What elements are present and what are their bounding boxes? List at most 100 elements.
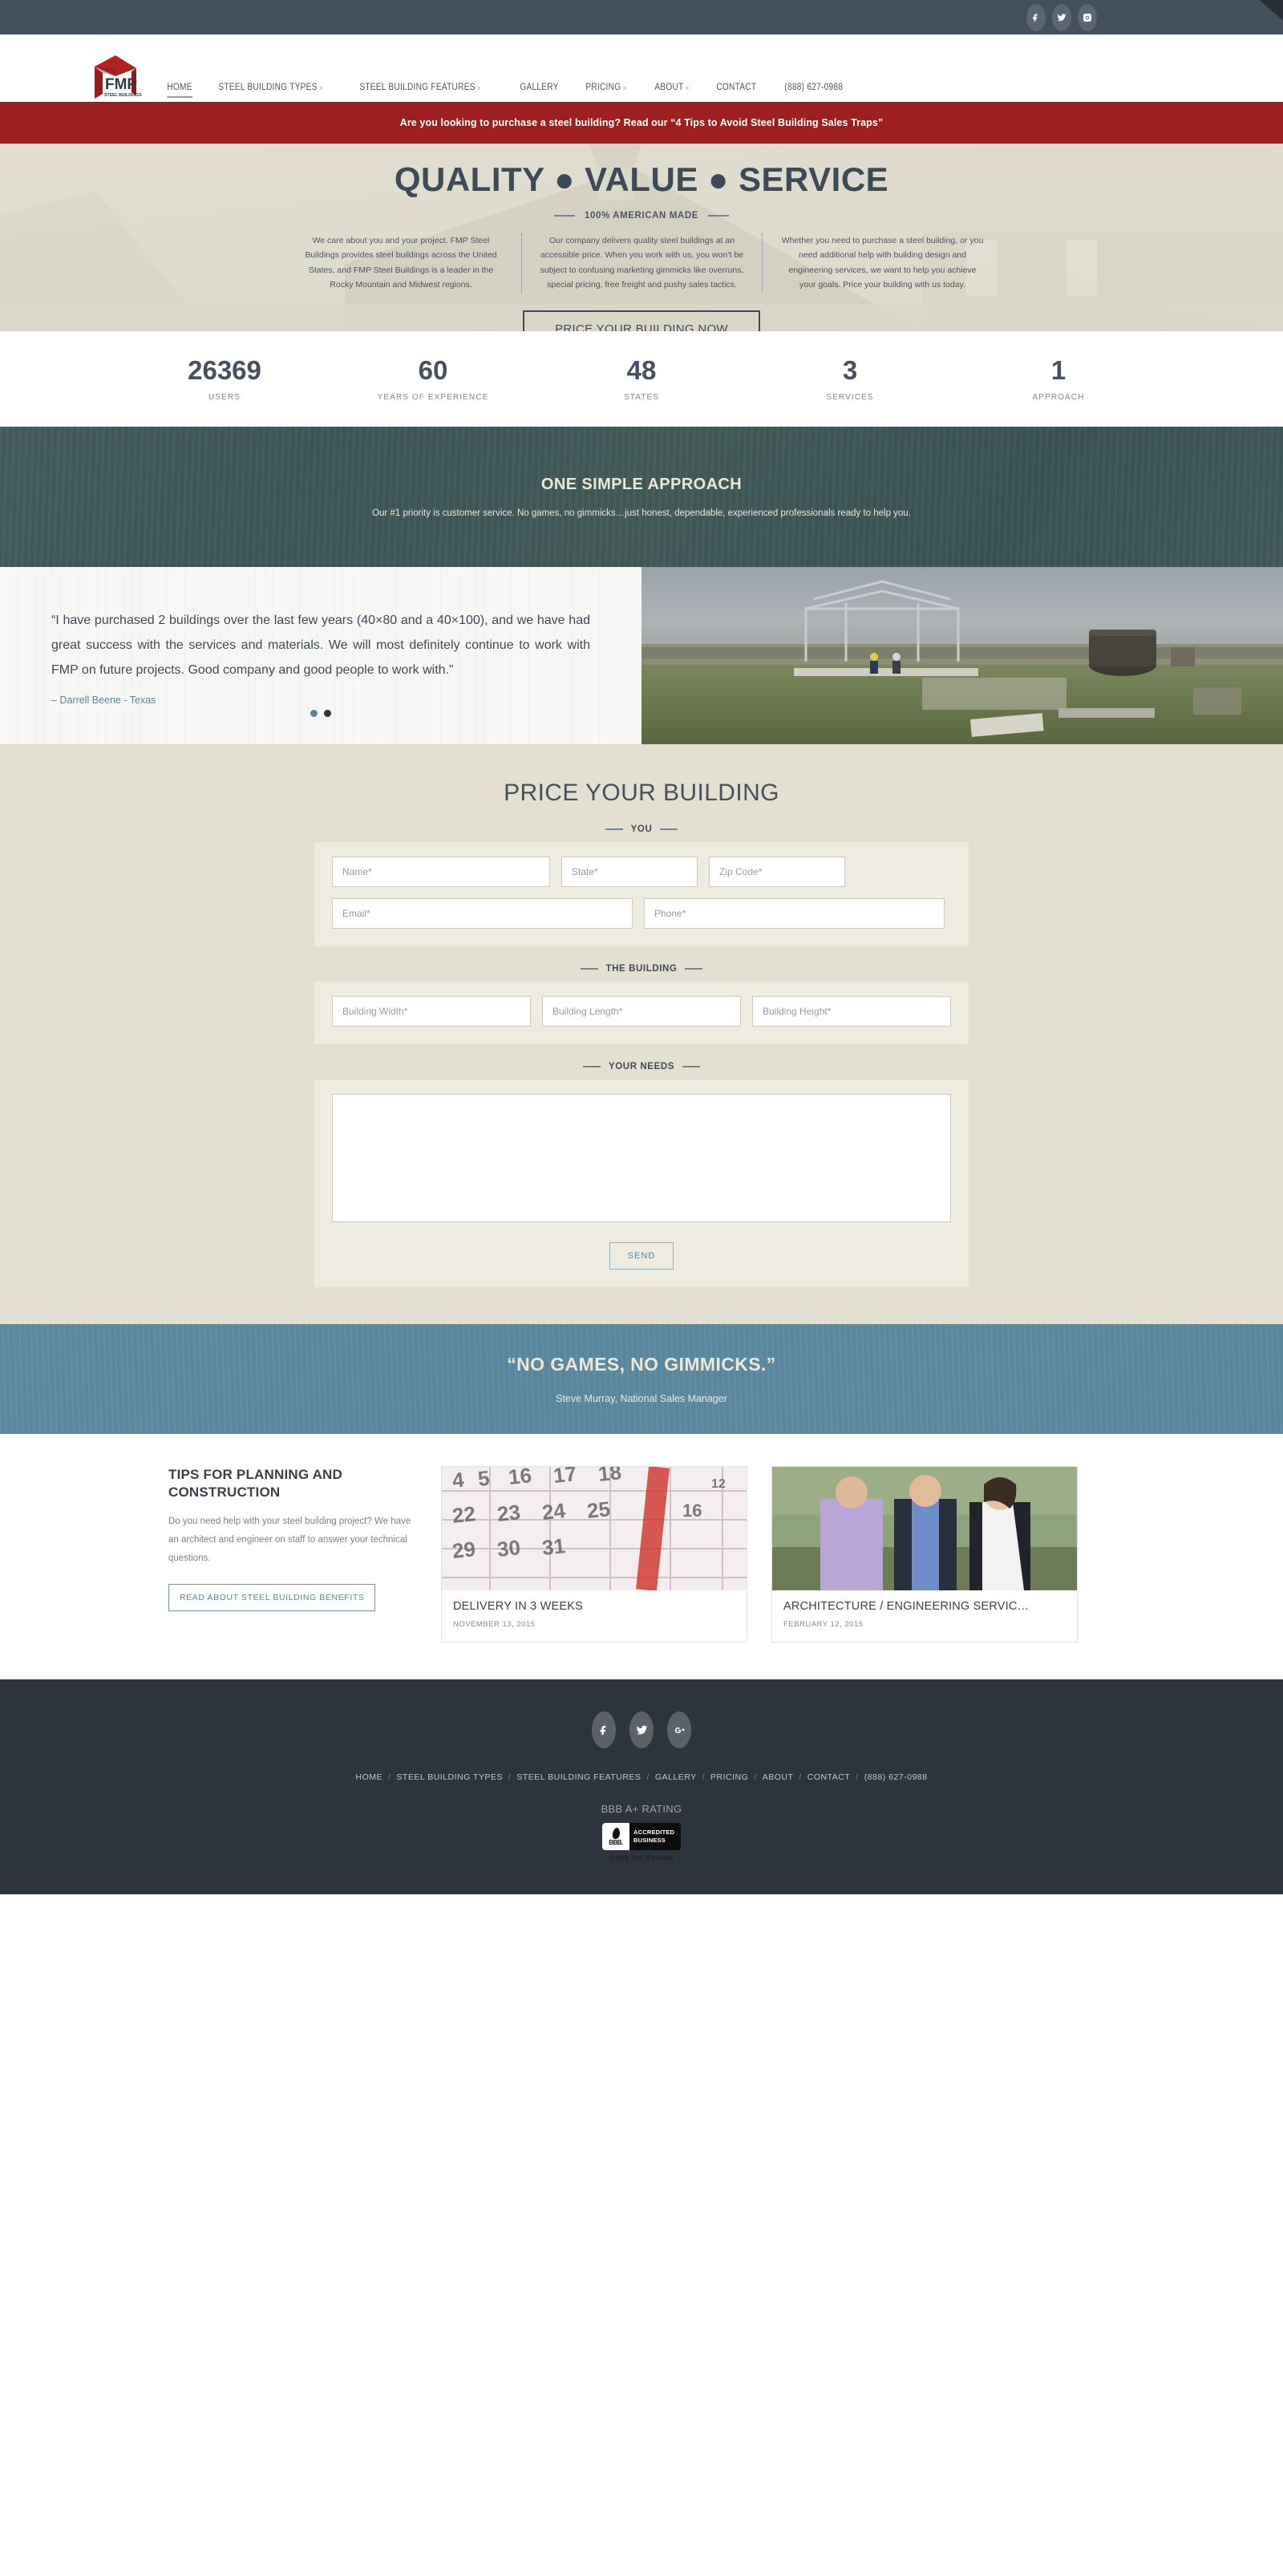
nav-item-gallery[interactable]: GALLERY xyxy=(510,83,569,92)
divider-line-left xyxy=(582,1066,601,1067)
footer-link-pricing[interactable]: PRICING xyxy=(710,1772,748,1782)
divider-line-right xyxy=(685,968,703,970)
read-about-steel-building-benefits-button[interactable]: READ ABOUT STEEL BUILDING BENEFITS xyxy=(168,1583,376,1611)
top-bar xyxy=(0,0,1283,36)
construction-site-photo xyxy=(642,567,1283,744)
divider-line-right xyxy=(708,215,729,217)
footer-link-gallery[interactable]: GALLERY xyxy=(655,1772,697,1782)
nav-label: CONTACT xyxy=(716,83,757,92)
stat-label: YEARS OF EXPERIENCE xyxy=(377,392,489,402)
nav-item-steel-building-features[interactable]: STEEL BUILDING FEATURES» xyxy=(350,83,491,92)
svg-text:17: 17 xyxy=(552,1467,577,1488)
phone-input[interactable] xyxy=(644,898,945,929)
announcement-banner[interactable]: Are you looking to purchase a steel buil… xyxy=(0,102,1283,144)
blog-card-list: 4 5 16 17 18 22 23 24 25 29 30 31 16 12 … xyxy=(441,1466,1078,1642)
state-input[interactable] xyxy=(561,857,698,887)
svg-text:22: 22 xyxy=(451,1501,476,1528)
stat-label: APPROACH xyxy=(1032,392,1085,402)
nav-item-home[interactable]: HOME xyxy=(157,83,202,98)
chevron-down-icon: » xyxy=(477,84,481,91)
stat-label: STATES xyxy=(623,392,659,402)
footer-link-about[interactable]: ABOUT xyxy=(763,1772,794,1782)
nav-label: PRICING xyxy=(585,83,621,92)
slider-dot-2[interactable] xyxy=(324,710,331,717)
twitter-icon[interactable] xyxy=(1052,3,1071,31)
fieldset-label-text: THE BUILDING xyxy=(605,964,678,974)
site-logo[interactable]: FMP STEEL BUILDINGS xyxy=(83,54,151,102)
google-plus-icon[interactable] xyxy=(667,1711,691,1748)
nav-label: (888) 627-0988 xyxy=(784,83,844,92)
slider-dot-1[interactable] xyxy=(310,710,318,717)
nav-item-contact[interactable]: CONTACT xyxy=(706,83,767,92)
divider-line-right xyxy=(682,1066,701,1067)
blog-card-title[interactable]: ARCHITECTURE / ENGINEERING SERVIC… xyxy=(783,1600,1066,1613)
your-needs-textarea[interactable] xyxy=(332,1094,951,1222)
footer-link-steel-building-features[interactable]: STEEL BUILDING FEATURES xyxy=(516,1772,641,1782)
email-input[interactable] xyxy=(332,898,633,929)
svg-text:FMP: FMP xyxy=(105,76,137,93)
facebook-icon[interactable] xyxy=(592,1711,616,1748)
svg-text:25: 25 xyxy=(585,1497,611,1523)
footer-separator: / xyxy=(754,1772,757,1782)
footer-separator: / xyxy=(508,1772,512,1782)
chevron-down-icon: » xyxy=(623,84,627,91)
bbb-badge-text: ACCREDITED BUSINESS xyxy=(629,1829,681,1845)
zip-code-input[interactable] xyxy=(709,857,845,887)
footer-separator: / xyxy=(856,1772,859,1782)
blog-card[interactable]: 4 5 16 17 18 22 23 24 25 29 30 31 16 12 … xyxy=(441,1466,747,1642)
twitter-icon[interactable] xyxy=(629,1711,654,1748)
bbb-badge-line2: BUSINESS xyxy=(633,1837,666,1844)
footer-link-contact[interactable]: CONTACT xyxy=(807,1772,850,1782)
stat-label: USERS xyxy=(208,392,241,402)
building-length-input[interactable] xyxy=(542,996,741,1027)
building-height-input[interactable] xyxy=(752,996,951,1027)
nav-item-phone[interactable]: (888) 627-0988 xyxy=(775,83,853,92)
divider-line-left xyxy=(605,828,623,830)
nav-item-steel-building-types[interactable]: STEEL BUILDING TYPES» xyxy=(208,83,333,92)
testimonial-photo xyxy=(642,567,1283,744)
name-input[interactable] xyxy=(332,857,550,887)
stat-value: 3 xyxy=(842,354,858,385)
form-group-the-building xyxy=(314,982,969,1044)
stat-states: 48 STATES xyxy=(537,357,746,402)
blog-card[interactable]: ARCHITECTURE / ENGINEERING SERVIC… FEBRU… xyxy=(771,1466,1078,1642)
divider-line-left xyxy=(580,968,598,970)
send-button[interactable]: SEND xyxy=(609,1242,674,1270)
footer-link-phone[interactable]: (888) 627-0988 xyxy=(864,1772,928,1782)
testimonial-slider-dots xyxy=(0,710,642,717)
building-width-input[interactable] xyxy=(332,996,531,1027)
instagram-icon[interactable] xyxy=(1078,3,1097,31)
nav-item-pricing[interactable]: PRICING» xyxy=(576,83,636,92)
svg-text:23: 23 xyxy=(496,1500,521,1526)
footer-link-home[interactable]: HOME xyxy=(356,1772,383,1782)
announcement-text: Are you looking to purchase a steel buil… xyxy=(399,117,884,128)
bbb-click-for-review-link[interactable]: Click for Review xyxy=(0,1853,1283,1862)
bbb-accredited-business-badge[interactable]: BBB. ACCREDITED BUSINESS xyxy=(602,1823,681,1850)
facebook-icon[interactable] xyxy=(1026,3,1046,31)
price-your-building-form-section: PRICE YOUR BUILDING YOU THE BUILDING YOU… xyxy=(0,744,1283,1324)
chevron-down-icon: » xyxy=(319,84,323,91)
svg-text:24: 24 xyxy=(540,1498,566,1525)
nav-item-about[interactable]: ABOUT» xyxy=(645,83,699,92)
footer-link-steel-building-types[interactable]: STEEL BUILDING TYPES xyxy=(396,1772,503,1782)
svg-text:29: 29 xyxy=(451,1537,476,1563)
nav-label: GALLERY xyxy=(519,83,559,92)
approach-subtitle: Our #1 priority is customer service. No … xyxy=(372,508,911,518)
hero-section: QUALITY ● VALUE ● SERVICE 100% AMERICAN … xyxy=(0,144,1283,331)
hero-column-1: We care about you and your project. FMP … xyxy=(305,236,497,290)
svg-text:18: 18 xyxy=(597,1467,622,1486)
hero-title: QUALITY ● VALUE ● SERVICE xyxy=(394,160,889,198)
svg-text:12: 12 xyxy=(711,1477,726,1491)
tips-and-blog-section: TIPS FOR PLANNING AND CONSTRUCTION Do yo… xyxy=(0,1434,1283,1679)
divider-line-right xyxy=(660,828,678,830)
footer-separator: / xyxy=(799,1772,802,1782)
footer-separator: / xyxy=(388,1772,391,1782)
bbb-rating-title: BBB A+ RATING xyxy=(601,1803,682,1815)
testimonial-quote: “I have purchased 2 buildings over the l… xyxy=(51,614,590,677)
stat-years-of-experience: 60 YEARS OF EXPERIENCE xyxy=(329,357,537,402)
stat-value: 1 xyxy=(1050,354,1066,385)
testimonial-section: “I have purchased 2 buildings over the l… xyxy=(0,567,1283,744)
price-your-building-now-button[interactable]: PRICE YOUR BUILDING NOW xyxy=(523,310,760,331)
nav-label: HOME xyxy=(167,83,192,92)
blog-card-title[interactable]: DELIVERY IN 3 WEEKS xyxy=(453,1600,735,1613)
